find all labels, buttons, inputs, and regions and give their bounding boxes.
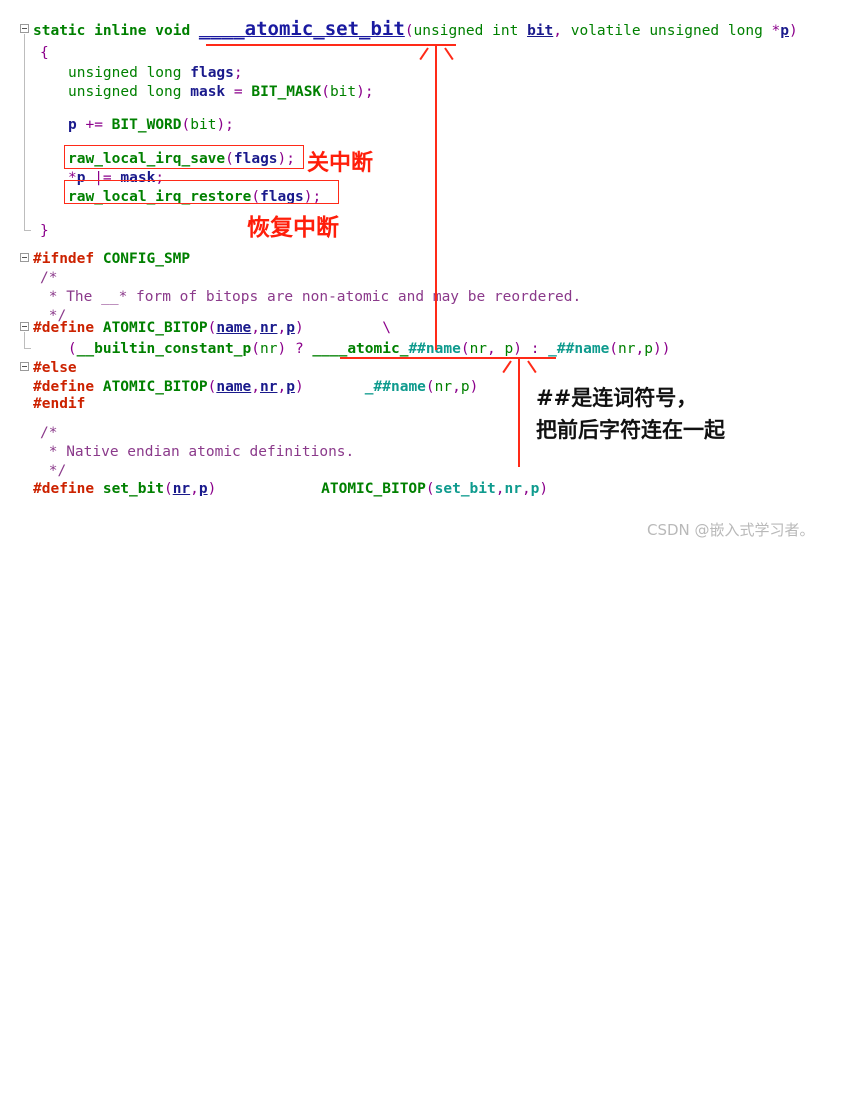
fold-guide-define-bitop-foot bbox=[24, 348, 31, 349]
token-arg-flags-1: flags bbox=[233, 151, 278, 167]
annotation-label-concat-line2: 把前后字符连在一起 bbox=[536, 418, 725, 442]
annotation-label-concat-line1: ##是连词符号， bbox=[536, 386, 698, 410]
token-param-p-3: p bbox=[198, 481, 208, 497]
code-line-comment-open-1: /* bbox=[40, 270, 58, 286]
token-arg-p-2: p bbox=[644, 341, 653, 357]
token-pre-define-2: #define bbox=[33, 379, 95, 395]
token-param-name-2: name bbox=[216, 379, 252, 395]
fold-marker-ifndef[interactable] bbox=[20, 253, 29, 262]
token-config-smp: CONFIG_SMP bbox=[102, 251, 191, 267]
annotation-label-irq-off: 关中断 bbox=[307, 151, 374, 176]
fold-guide-function-foot bbox=[24, 230, 31, 231]
code-line-or-mask: *p |= mask; bbox=[68, 170, 165, 186]
token-param-p-2: p bbox=[286, 379, 295, 395]
token-int: int bbox=[492, 23, 519, 39]
annotation-label-irq-restore: 恢复中断 bbox=[247, 215, 339, 241]
token-param-nr-1: nr bbox=[260, 320, 278, 336]
token-fn-irq-save: raw_local_irq_save bbox=[68, 151, 226, 167]
token-arg-p-3: p bbox=[460, 379, 470, 395]
token-arg-set-bit: set_bit bbox=[434, 481, 496, 497]
fold-marker-define-bitop[interactable] bbox=[20, 322, 29, 331]
token-function-name: ____atomic_set_bit bbox=[198, 18, 405, 40]
code-line-comment-body-2: * Native endian atomic definitions. bbox=[40, 444, 355, 460]
token-long-1: long bbox=[727, 23, 763, 39]
token-arg-p-1: p bbox=[504, 341, 514, 357]
fold-guide-function bbox=[24, 34, 25, 230]
watermark-text: CSDN @嵌入式学习者。 bbox=[647, 521, 815, 539]
token-var-flags: flags bbox=[190, 65, 234, 81]
token-fn-irq-restore: raw_local_irq_restore bbox=[68, 189, 252, 205]
code-line-define-bitop-smp: #define ATOMIC_BITOP(name,nr,p) \ bbox=[33, 320, 391, 336]
token-p-ref: p bbox=[68, 117, 77, 133]
token-unsigned-4: unsigned bbox=[68, 84, 138, 100]
fold-marker-function[interactable] bbox=[20, 24, 29, 33]
token-var-mask: mask bbox=[190, 84, 226, 100]
fold-guide-define-bitop bbox=[24, 332, 25, 348]
code-line-p-plus-bitword: p += BIT_WORD(bit); bbox=[68, 117, 234, 133]
code-line-function-signature: static inline void ____atomic_set_bit(un… bbox=[33, 18, 798, 40]
token-pre-endif: #endif bbox=[33, 396, 86, 412]
token-macro-set-bit-def: set_bit bbox=[102, 481, 164, 497]
token-param-bit: bit bbox=[527, 23, 554, 39]
code-line-decl-mask: unsigned long mask = BIT_MASK(bit); bbox=[68, 84, 374, 100]
token-param-p: p bbox=[780, 23, 790, 39]
token-static: static bbox=[33, 23, 86, 39]
token-param-name-1: name bbox=[216, 320, 252, 336]
token-unsigned-1: unsigned bbox=[413, 23, 484, 39]
annotation-leader-line-atomic bbox=[435, 66, 437, 350]
token-macro-atomic-bitop-2: ATOMIC_BITOP bbox=[102, 379, 208, 395]
code-line-comment-open-2: /* bbox=[40, 425, 58, 441]
token-arg-nr-3: nr bbox=[618, 341, 636, 357]
token-arg-nr-1: nr bbox=[260, 341, 278, 357]
token-volatile: volatile bbox=[570, 23, 641, 39]
token-long-2: long bbox=[146, 65, 182, 81]
code-line-ifndef-smp: #ifndef CONFIG_SMP bbox=[33, 250, 190, 269]
token-arg-bit-2: bit bbox=[190, 117, 217, 133]
code-line-irq-save: raw_local_irq_save(flags); bbox=[68, 151, 295, 167]
token-pre-else: #else bbox=[33, 360, 77, 376]
token-concat-name-1: name bbox=[425, 341, 461, 357]
token-pre-define-3: #define bbox=[33, 481, 95, 497]
code-line-comment-body-1: * The __* form of bitops are non-atomic … bbox=[40, 289, 582, 305]
token-arg-bit-1: bit bbox=[329, 84, 357, 100]
code-line-decl-flags: unsigned long flags; bbox=[68, 65, 243, 81]
code-line-define-set-bit: #define set_bit(nr,p) ATOMIC_BITOP(set_b… bbox=[33, 481, 549, 497]
annotation-arrow-shaft-concat bbox=[518, 357, 520, 467]
fold-marker-else[interactable] bbox=[20, 362, 29, 371]
token-macro-bit-mask: BIT_MASK bbox=[251, 84, 322, 100]
token-macro-atomic-bitop-3: ATOMIC_BITOP bbox=[321, 481, 426, 497]
token-param-nr-3: nr bbox=[172, 481, 191, 497]
code-editor-surface[interactable]: static inline void ____atomic_set_bit(un… bbox=[0, 0, 860, 550]
annotation-underline-function-name bbox=[206, 44, 456, 46]
code-line-irq-restore: raw_local_irq_restore(flags); bbox=[68, 189, 322, 205]
token-concat-name-3: name bbox=[390, 379, 426, 395]
token-arg-nr-5: nr bbox=[504, 481, 522, 497]
token-arg-nr-4: nr bbox=[434, 379, 453, 395]
code-line-else: #else bbox=[33, 359, 77, 378]
token-arg-nr-2: nr bbox=[469, 341, 488, 357]
code-line-close-brace: } bbox=[40, 223, 49, 239]
code-line-open-brace: { bbox=[40, 45, 49, 61]
code-line-comment-close-2: */ bbox=[40, 463, 67, 479]
code-line-define-bitop-else: #define ATOMIC_BITOP(name,nr,p) _##name(… bbox=[33, 379, 479, 395]
token-inline: inline bbox=[94, 23, 147, 39]
token-param-p-1: p bbox=[286, 320, 295, 336]
annotation-underline-concat bbox=[340, 357, 556, 359]
token-arg-flags-2: flags bbox=[260, 189, 304, 205]
token-pre-ifndef: #ifndef bbox=[33, 251, 95, 267]
token-mask-ref: mask bbox=[120, 170, 156, 186]
code-line-endif: #endif bbox=[33, 395, 85, 414]
token-concat-name-2: name bbox=[574, 341, 610, 357]
token-long-3: long bbox=[146, 84, 182, 100]
token-macro-atomic-bitop-1: ATOMIC_BITOP bbox=[102, 320, 208, 336]
token-void: void bbox=[155, 23, 191, 39]
token-pre-define-1: #define bbox=[33, 320, 95, 336]
token-unsigned-2: unsigned bbox=[649, 23, 720, 39]
token-param-nr-2: nr bbox=[260, 379, 278, 395]
token-unsigned-3: unsigned bbox=[68, 65, 138, 81]
token-macro-bit-word: BIT_WORD bbox=[111, 117, 182, 133]
token-builtin-constant-p: __builtin_constant_p bbox=[76, 341, 252, 357]
annotation-arrow-shaft-top bbox=[435, 44, 437, 66]
screenshot-root: static inline void ____atomic_set_bit(un… bbox=[0, 0, 860, 550]
